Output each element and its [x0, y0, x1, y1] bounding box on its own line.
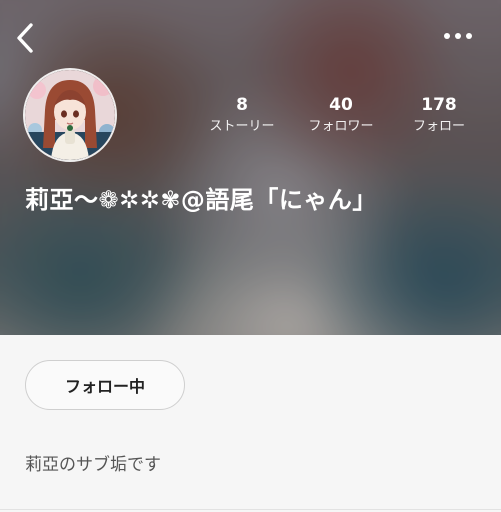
stat-following[interactable]: 178 フォロー — [405, 94, 473, 136]
profile-bio: 莉亞のサブ垢です — [25, 455, 161, 475]
stat-following-count: 178 — [421, 95, 457, 115]
stat-followers-label: フォロワー — [308, 119, 374, 134]
more-options-button[interactable] — [434, 22, 482, 50]
stat-stories-count: 8 — [236, 95, 248, 115]
divider — [0, 509, 501, 510]
profile-header: 8 ストーリー 40 フォロワー 178 フォロー 莉亞〜❁✲✲✾@語尾「にゃん… — [0, 0, 501, 335]
more-horizontal-icon — [444, 33, 472, 39]
header-overlay — [0, 0, 501, 335]
stat-stories-label: ストーリー — [209, 119, 275, 134]
back-button[interactable] — [10, 18, 40, 58]
stat-stories[interactable]: 8 ストーリー — [202, 94, 282, 136]
following-button[interactable]: フォロー中 — [25, 360, 185, 410]
chevron-left-icon — [17, 23, 33, 53]
stat-followers-count: 40 — [329, 95, 353, 115]
profile-stats: 8 ストーリー 40 フォロワー 178 フォロー — [0, 94, 501, 144]
username: 莉亞〜❁✲✲✾@語尾「にゃん」 — [25, 186, 377, 214]
stat-following-label: フォロー — [412, 119, 465, 134]
stat-followers[interactable]: 40 フォロワー — [299, 94, 383, 136]
